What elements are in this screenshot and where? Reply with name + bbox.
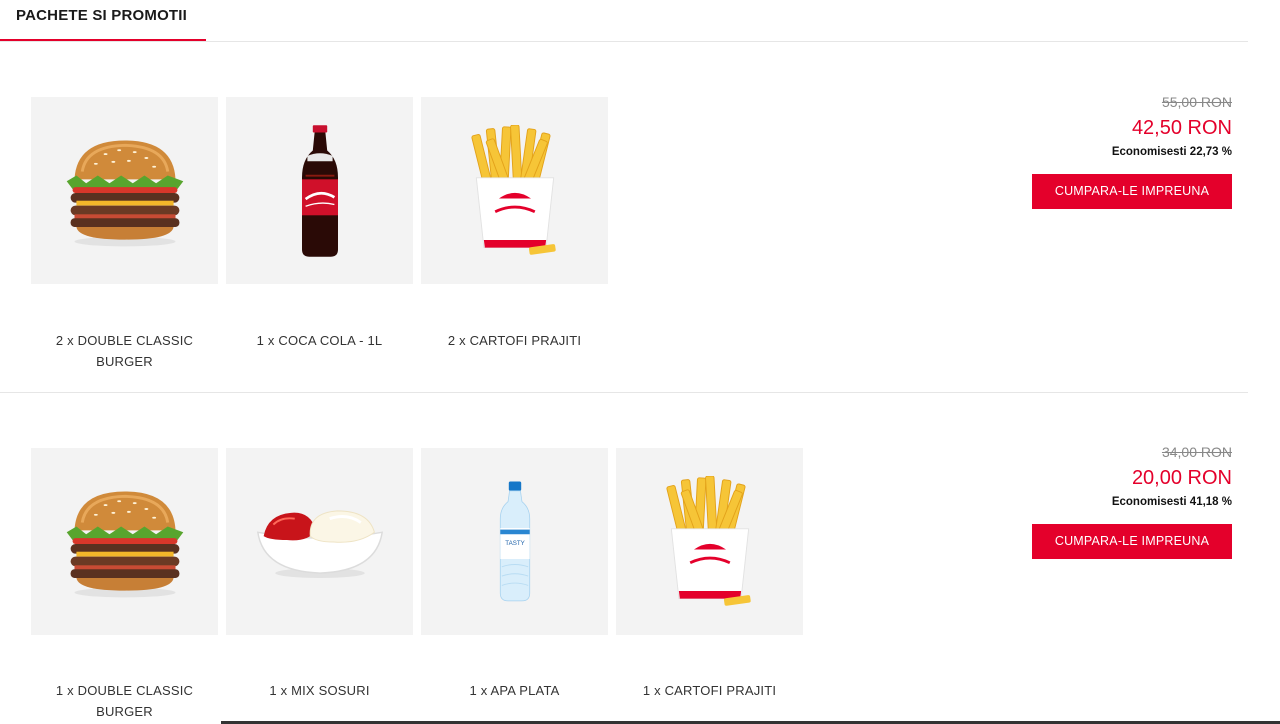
price-box: 34,00 RON 20,00 RON Economisesti 41,18 %… (1002, 443, 1232, 559)
new-price: 42,50 RON (1131, 117, 1232, 139)
buy-together-button[interactable]: CUMPARA-LE IMPREUNA (1032, 174, 1232, 209)
item-label: 2 x CARTOFI PRAJITI (447, 333, 582, 348)
item-label: 1 x DOUBLE CLASSIC BURGER (55, 683, 194, 719)
buy-together-button[interactable]: CUMPARA-LE IMPREUNA (1032, 524, 1232, 559)
fries-image[interactable] (421, 97, 608, 284)
fries-image[interactable] (616, 448, 803, 635)
new-price: 20,00 RON (1131, 467, 1232, 489)
water-bottle-image[interactable] (421, 448, 608, 635)
old-price: 34,00 RON (1161, 444, 1232, 460)
item-label: 1 x COCA COLA - 1L (256, 333, 383, 348)
price-box: 55,00 RON 42,50 RON Economisesti 22,73 %… (1002, 93, 1232, 209)
savings-text: Economisesti 22,73 % (1111, 146, 1232, 158)
burger-image[interactable] (31, 448, 218, 635)
sauce-bowl-image[interactable] (226, 448, 413, 635)
item-label: 2 x DOUBLE CLASSIC BURGER (55, 333, 194, 369)
old-price: 55,00 RON (1161, 94, 1232, 110)
bundle-card: 1 x DOUBLE CLASSIC BURGER 1 x MIX SOSURI… (0, 392, 1248, 724)
tab-label: PACHETE SI PROMOTII (16, 7, 188, 24)
tab-pachete-si-promotii[interactable]: PACHETE SI PROMOTII (0, 0, 206, 41)
page-header: PACHETE SI PROMOTII (0, 0, 1248, 42)
item-label: 1 x APA PLATA (469, 683, 560, 698)
item-label: 1 x CARTOFI PRAJITI (642, 683, 777, 698)
cola-bottle-image[interactable] (226, 97, 413, 284)
burger-image[interactable] (31, 97, 218, 284)
item-label: 1 x MIX SOSURI (269, 683, 370, 698)
savings-text: Economisesti 41,18 % (1111, 496, 1232, 508)
bundle-card: 2 x DOUBLE CLASSIC BURGER 1 x COCA COLA … (0, 41, 1248, 393)
